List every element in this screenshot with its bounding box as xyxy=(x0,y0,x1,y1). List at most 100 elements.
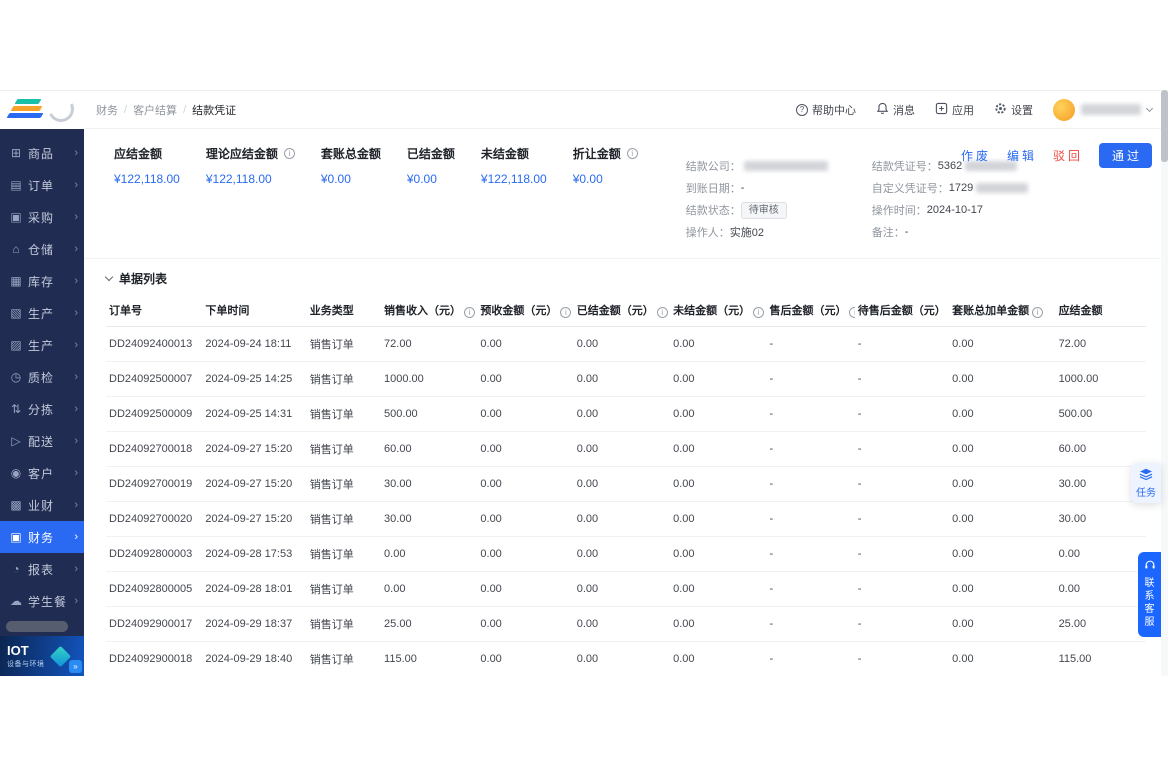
info-field-label: 到账日期： xyxy=(685,183,741,195)
scrollbar-thumb[interactable] xyxy=(1161,90,1168,162)
info-icon[interactable]: i xyxy=(626,148,638,159)
table-cell: 0.00 xyxy=(949,606,1056,642)
table-row[interactable]: DD24092800005 2024-09-28 18:01 销售订单 0.00 0.0… xyxy=(106,571,1146,607)
table-row[interactable]: DD24092500009 2024-09-25 14:31 销售订单 500.00 0… xyxy=(106,396,1146,432)
sidebar-item-label: 采购 xyxy=(28,210,55,225)
breadcrumb-separator: / xyxy=(124,103,128,116)
sidebar-item-inventory[interactable]: ▦ 库存 › xyxy=(0,265,84,297)
scrollbar-track[interactable] xyxy=(1161,90,1168,676)
apps-button[interactable]: 应用 xyxy=(935,102,974,118)
sidebar-item-customers[interactable]: ◉ 客户 › xyxy=(0,457,84,489)
info-icon[interactable]: i xyxy=(283,148,295,159)
column-header: 下单时间 xyxy=(202,294,307,327)
table-cell: 0.00 xyxy=(477,606,574,642)
sidebar-collapse-pill[interactable] xyxy=(6,621,68,632)
sidebar-item-orders[interactable]: ▤ 订单 › xyxy=(0,169,84,201)
apps-grid-icon xyxy=(935,102,948,118)
table-cell: 2024-09-27 15:20 xyxy=(202,501,307,537)
help-center-button[interactable]: ? 帮助中心 xyxy=(796,102,856,118)
table-row[interactable]: DD24092500007 2024-09-25 14:25 销售订单 1000.00… xyxy=(106,361,1146,397)
chevron-right-icon: › xyxy=(74,595,78,607)
info-icon[interactable]: i xyxy=(849,307,855,318)
table-cell: - xyxy=(766,361,855,397)
table-cell: 1000.00 xyxy=(1055,361,1146,397)
user-menu[interactable] xyxy=(1053,98,1154,121)
table-cell: 0.00 xyxy=(477,466,574,502)
info-field-label: 操作时间： xyxy=(871,205,927,217)
reject-button[interactable]: 驳回 xyxy=(1053,147,1083,164)
table-cell: 0.00 xyxy=(949,431,1056,467)
table-cell: 0.00 xyxy=(670,361,767,397)
table-row[interactable]: DD24092700018 2024-09-27 15:20 销售订单 60.00 0.… xyxy=(106,431,1146,467)
info-icon[interactable]: i xyxy=(1032,307,1044,318)
main-area: 财务 / 客户结算 / 结款凭证 ? 帮助中心 消息 应用 设置 应结金额 ¥1… xyxy=(84,91,1168,676)
iot-logo-text: IOT 设备与环境 xyxy=(7,644,45,669)
sidebar-item-production-1[interactable]: ▧ 生产 › xyxy=(0,297,84,329)
info-field-value: 2024-10-17 xyxy=(926,204,984,216)
customer-service-float-button[interactable]: 联系客服 xyxy=(1138,552,1161,637)
table-cell: 销售订单 xyxy=(306,571,382,607)
table-cell: 30.00 xyxy=(381,501,478,537)
metric-label: 应结金额 xyxy=(114,147,163,161)
table-row[interactable]: DD24092700020 2024-09-27 15:20 销售订单 30.00 0.… xyxy=(106,501,1146,537)
sidebar-item-biz-finance[interactable]: ▩ 业财 › xyxy=(0,489,84,521)
table-cell: - xyxy=(854,501,950,537)
info-icon[interactable]: i xyxy=(464,307,476,318)
chevron-right-icon: › xyxy=(74,499,78,511)
sidebar-item-finance[interactable]: ▣ 财务 › xyxy=(0,521,84,553)
table-cell: - xyxy=(854,326,950,362)
task-float-button[interactable]: 任务 xyxy=(1131,463,1161,503)
sidebar-item-goods[interactable]: ⊞ 商品 › xyxy=(0,137,84,169)
order-number-cell: DD24092800005 xyxy=(106,571,203,607)
void-button[interactable]: 作废 xyxy=(961,147,991,164)
breadcrumb-item[interactable]: 客户结算 xyxy=(133,102,177,118)
info-icon[interactable]: i xyxy=(656,307,668,318)
sidebar-item-student-meals[interactable]: ☁ 学生餐 › xyxy=(0,585,84,617)
approve-button[interactable]: 通过 xyxy=(1098,143,1152,168)
sidebar-item-production-2[interactable]: ▨ 生产 › xyxy=(0,329,84,361)
table-cell: - xyxy=(854,396,950,432)
sidebar-expand-button[interactable]: » xyxy=(69,660,82,673)
warehouse-icon: ⌂ xyxy=(12,242,20,256)
sidebar-item-delivery[interactable]: ▷ 配送 › xyxy=(0,425,84,457)
table-cell: 0.00 xyxy=(477,536,574,572)
gear-icon xyxy=(994,102,1007,118)
table-row[interactable]: DD24092400013 2024-09-24 18:11 销售订单 72.00 0.… xyxy=(106,326,1146,362)
info-icon[interactable]: i xyxy=(560,307,572,318)
section-head[interactable]: 单据列表 xyxy=(84,259,1168,294)
chevron-right-icon: › xyxy=(74,435,78,447)
table-row[interactable]: DD24092900018 2024-09-29 18:40 销售订单 115.00 0… xyxy=(106,641,1146,676)
messages-button[interactable]: 消息 xyxy=(876,102,915,118)
info-field-value: - xyxy=(904,226,909,238)
info-icon[interactable]: i xyxy=(753,307,765,318)
sidebar-item-quality-check[interactable]: ◷ 质检 › xyxy=(0,361,84,393)
column-header: 预收金额（元） i xyxy=(477,294,574,327)
metric-value: ¥0.00 xyxy=(320,172,351,186)
edit-button[interactable]: 编辑 xyxy=(1007,147,1037,164)
table-cell: 0.00 xyxy=(670,466,767,502)
redacted-username xyxy=(1081,104,1141,115)
table-cell: 0.00 xyxy=(477,361,574,397)
table-cell: 0.00 xyxy=(381,536,478,572)
app-window: ⊞ 商品 › ▤ 订单 › ▣ 采购 › ⌂ 仓储 › ▦ 库存 › ▧ 生产 › ▨ 生产 › ◷ 质检 › ⇅ 分拣 › ▷ 配送 ›… xyxy=(0,90,1168,676)
table-row[interactable]: DD24092800003 2024-09-28 17:53 销售订单 0.00 0.0… xyxy=(106,536,1146,572)
chevron-right-icon: › xyxy=(74,467,78,479)
table-row[interactable]: DD24092900017 2024-09-29 18:37 销售订单 25.00 0.… xyxy=(106,606,1146,642)
sidebar-item-purchase[interactable]: ▣ 采购 › xyxy=(0,201,84,233)
metric-label: 未结金额 xyxy=(480,147,529,161)
table-row[interactable]: DD24092700019 2024-09-27 15:20 销售订单 30.00 0.… xyxy=(106,466,1146,502)
finance-icon: ▣ xyxy=(10,530,22,544)
table-cell: 0.00 xyxy=(573,536,671,572)
sidebar-item-warehouse[interactable]: ⌂ 仓储 › xyxy=(0,233,84,265)
table-cell: - xyxy=(766,466,855,502)
logo-bar-blue xyxy=(6,113,44,118)
logo-bar-teal xyxy=(14,99,42,104)
sidebar-item-reports[interactable]: ◔ 报表 › xyxy=(0,553,84,585)
column-header: 业务类型 xyxy=(306,294,382,327)
order-number-cell: DD24092500007 xyxy=(106,361,203,397)
summary-metric: 未结金额 ¥122,118.00 xyxy=(481,145,547,246)
breadcrumb-item[interactable]: 财务 xyxy=(96,102,118,118)
order-number-cell: DD24092900017 xyxy=(106,606,203,642)
settings-button[interactable]: 设置 xyxy=(994,102,1033,118)
sidebar-item-sorting[interactable]: ⇅ 分拣 › xyxy=(0,393,84,425)
